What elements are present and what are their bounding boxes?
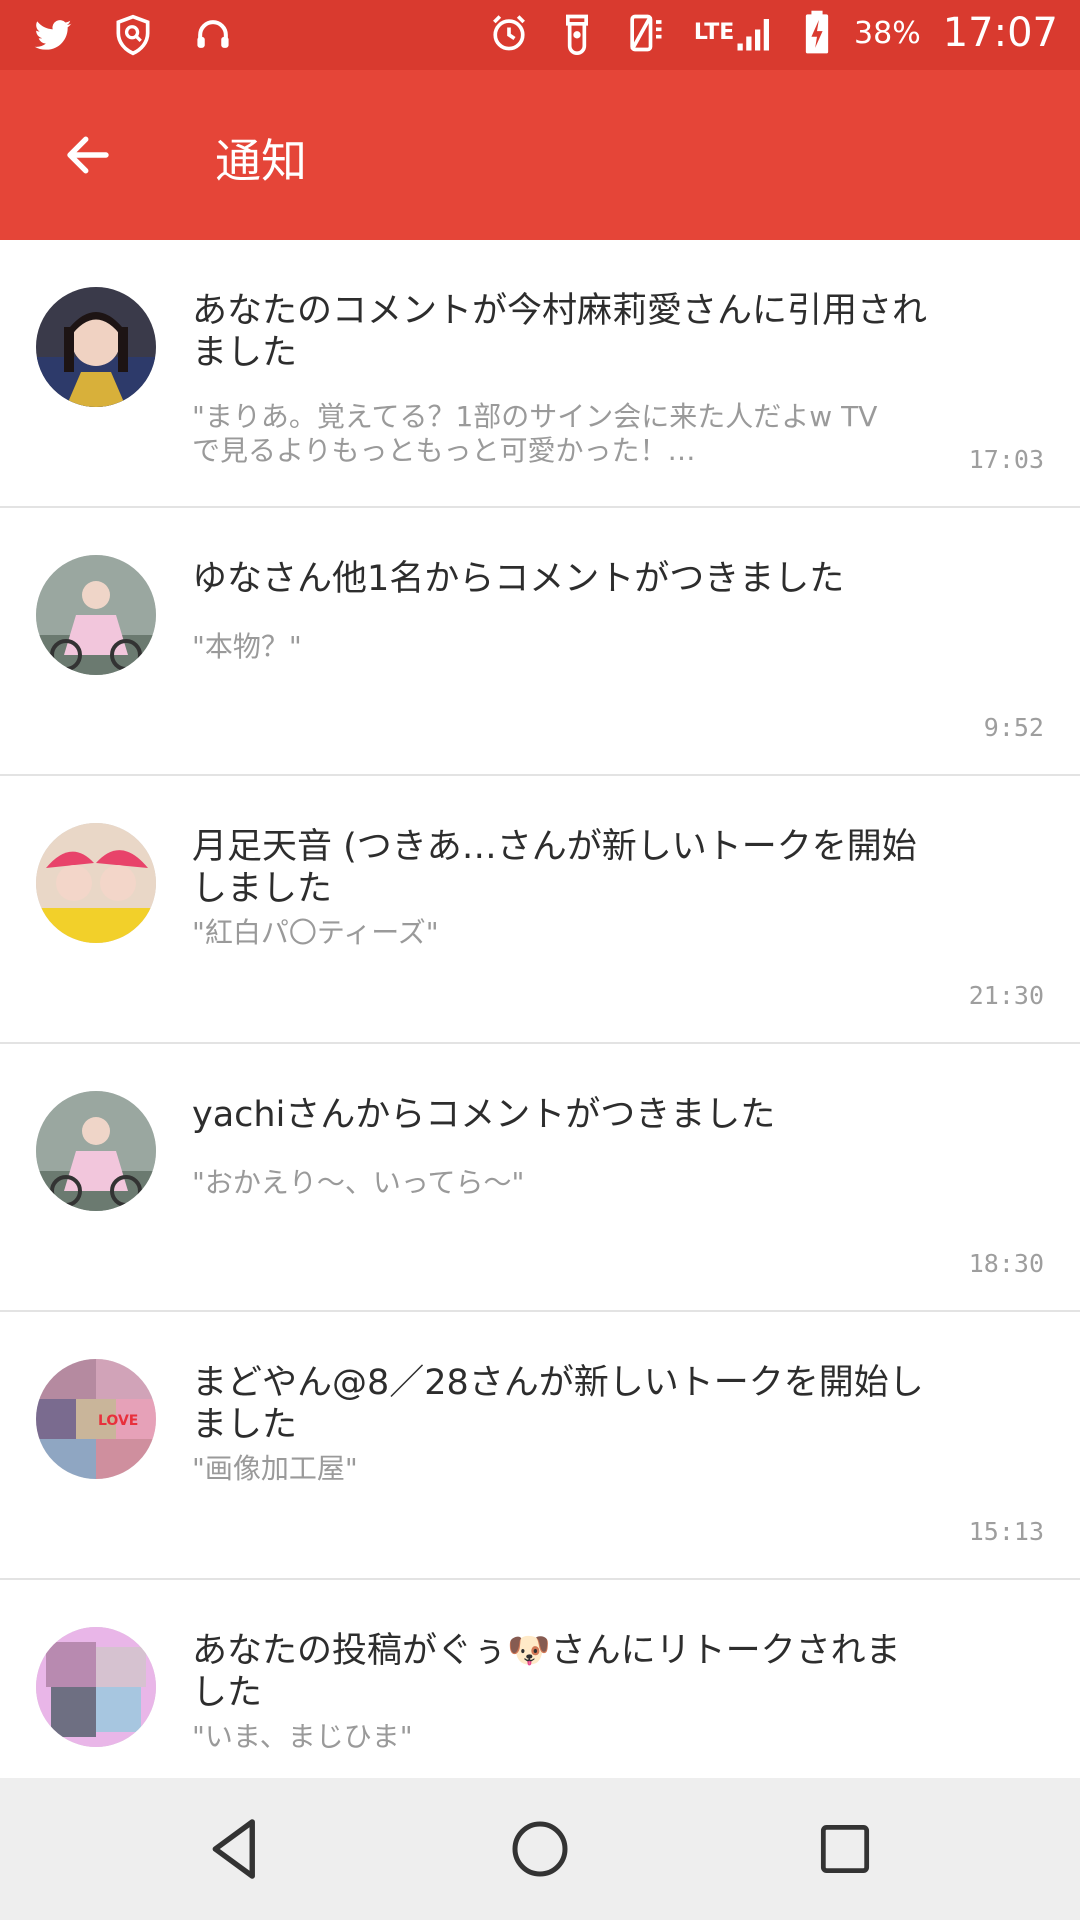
notification-quote: "いま、まじひま" — [192, 1720, 413, 1753]
page-title: 通知 — [215, 134, 307, 188]
home-circle-icon — [512, 1821, 568, 1877]
battery-percent: 38% — [854, 15, 921, 51]
alarm-icon — [486, 8, 532, 58]
clock: 17:07 — [942, 10, 1058, 56]
notification-time: 21:30 — [968, 981, 1044, 1010]
notification-title: yachiさんからコメントがつきました — [192, 1095, 776, 1135]
avatar: LOVE — [36, 1359, 156, 1479]
notification-list[interactable]: あなたのコメントが今村麻莉愛さんに引用されました "まりあ。覚えてる？1部のサイ… — [0, 240, 1080, 1778]
notification-item[interactable]: ゆなさん他1名からコメントがつきました "本物？" 9:52 — [0, 508, 1080, 776]
shield-search-icon — [110, 10, 156, 60]
battery-icon — [802, 8, 832, 58]
lte-signal-icon: LTE — [690, 8, 780, 58]
notification-time: 15:13 — [968, 1517, 1044, 1546]
network-label: LTE — [693, 20, 735, 45]
system-nav-bar — [0, 1778, 1080, 1920]
avatar — [36, 823, 156, 943]
notification-time: 9:52 — [983, 713, 1044, 742]
notification-time: 18:30 — [968, 1249, 1044, 1278]
notification-quote: "画像加工屋" — [192, 1452, 358, 1485]
notification-item[interactable]: 月足天音 (つきあ…さんが新しいトークを開始しました "紅白パ〇ティーズ" 21… — [0, 776, 1080, 1044]
notification-quote: "おかえり〜、いってら〜" — [192, 1166, 525, 1199]
arrow-left-icon — [67, 136, 109, 174]
battery-saver-icon — [622, 8, 668, 58]
notification-item[interactable]: あなたのコメントが今村麻莉愛さんに引用されました "まりあ。覚えてる？1部のサイ… — [0, 240, 1080, 508]
nav-back-button[interactable] — [190, 1804, 280, 1894]
notification-title: あなたのコメントが今村麻莉愛さんに引用されました — [192, 291, 928, 373]
notification-item[interactable]: LOVE まどやん@8／28さんが新しいトークを開始しました "画像加工屋" 1… — [0, 1312, 1080, 1580]
notification-title: あなたの投稿がぐぅ🐶さんにリトークされました — [192, 1631, 901, 1713]
nav-home-button[interactable] — [495, 1804, 585, 1894]
headset-icon — [190, 10, 236, 60]
avatar — [36, 1627, 156, 1747]
app-bar: 通知 — [0, 70, 1080, 240]
notification-item[interactable]: あなたの投稿がぐぅ🐶さんにリトークされました "いま、まじひま" — [0, 1580, 1080, 1778]
notification-quote: "まりあ。覚えてる？1部のサイン会に来た人だよw TVで見るよりもっともっと可愛… — [192, 400, 878, 467]
notification-title: 月足天音 (つきあ…さんが新しいトークを開始しました — [192, 827, 917, 909]
notification-title: まどやん@8／28さんが新しいトークを開始しました — [192, 1363, 924, 1445]
notification-time: 17:03 — [968, 445, 1044, 474]
svg-text:LOVE: LOVE — [98, 1413, 138, 1429]
avatar — [36, 1091, 156, 1211]
notification-item[interactable]: yachiさんからコメントがつきました "おかえり〜、いってら〜" 18:30 — [0, 1044, 1080, 1312]
avatar — [36, 555, 156, 675]
notification-quote: "紅白パ〇ティーズ" — [192, 916, 439, 949]
twitter-icon — [30, 10, 76, 60]
back-button[interactable] — [48, 115, 128, 195]
status-bar: LTE 38% 17:07 — [0, 0, 1080, 70]
notification-title: ゆなさん他1名からコメントがつきました — [192, 559, 845, 599]
nav-recents-button[interactable] — [800, 1804, 890, 1894]
recents-square-icon — [820, 1824, 870, 1874]
back-triangle-icon — [212, 1819, 255, 1879]
avatar — [36, 287, 156, 407]
notification-quote: "本物？" — [192, 630, 302, 663]
keyguard-icon — [554, 8, 600, 58]
